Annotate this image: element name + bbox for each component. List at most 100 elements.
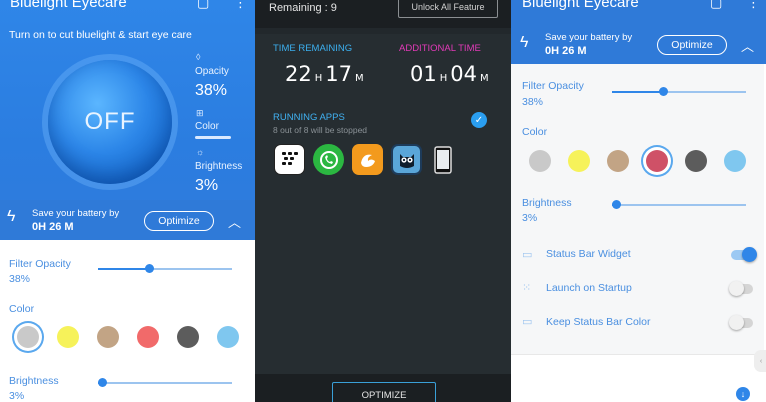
option-status-bar-widget: Status Bar Widget bbox=[546, 248, 631, 260]
filter-opacity-label: Filter Opacity bbox=[522, 80, 584, 92]
bottom-area bbox=[511, 354, 764, 402]
toggle-knob bbox=[742, 247, 757, 262]
chevron-up-icon[interactable]: ︿ bbox=[741, 36, 754, 55]
filter-opacity-slider[interactable] bbox=[612, 87, 746, 96]
toggle-knob bbox=[729, 315, 744, 330]
uc-browser-icon[interactable] bbox=[352, 144, 383, 175]
option-launch-on-startup: Launch on Startup bbox=[546, 282, 632, 294]
screenshot-collage: Bluelight Eyecare ▢ ⋮ Turn on to cut blu… bbox=[0, 0, 766, 402]
color-swatch[interactable] bbox=[177, 326, 199, 348]
unlock-all-feature-button[interactable]: Unlock All Feature bbox=[398, 0, 498, 18]
slider-knob[interactable] bbox=[98, 378, 108, 387]
hours-unit: H bbox=[439, 73, 448, 84]
eyecare-settings-screen: Bluelight Eyecare ▢ ⋮ ϟ Save your batter… bbox=[511, 0, 766, 402]
bbm-icon[interactable] bbox=[274, 144, 305, 175]
owl-glyph bbox=[399, 153, 414, 168]
slider-knob[interactable] bbox=[144, 264, 154, 273]
widget-icon: ▭ bbox=[522, 249, 533, 261]
launch-on-startup-toggle[interactable] bbox=[729, 281, 753, 296]
drop-icon: ◊ bbox=[196, 52, 201, 62]
brightness-value: 3% bbox=[195, 177, 219, 194]
optimize-screen: Remaining : 9 Unlock All Feature TIME RE… bbox=[255, 0, 511, 402]
brightness-section-value: 3% bbox=[522, 212, 538, 224]
settings-content bbox=[511, 64, 764, 354]
remaining-label: Remaining : 9 bbox=[269, 2, 337, 14]
side-edge-tab[interactable]: ‹ bbox=[754, 350, 766, 372]
keep-status-bar-color-toggle[interactable] bbox=[729, 315, 753, 330]
lightning-icon: ϟ bbox=[7, 208, 16, 225]
slider-fill bbox=[98, 268, 149, 270]
running-apps-subtitle: 8 out of 8 will be stopped bbox=[273, 125, 368, 135]
filter-opacity-label: Filter Opacity bbox=[9, 258, 71, 270]
whatsapp-icon[interactable] bbox=[313, 144, 344, 175]
optimize-button[interactable]: OPTIMIZE bbox=[332, 382, 436, 402]
slider-fill bbox=[612, 91, 663, 93]
brightness-section-label: Brightness bbox=[522, 197, 572, 209]
optimize-button[interactable]: Optimize bbox=[144, 211, 214, 231]
optimize-button[interactable]: Optimize bbox=[657, 35, 727, 55]
more-menu-icon[interactable]: ⋮ bbox=[234, 0, 247, 9]
brightness-section-label: Brightness bbox=[9, 375, 59, 387]
additional-time-label: ADDITIONAL TIME bbox=[399, 43, 481, 54]
more-menu-icon[interactable]: ⋮ bbox=[747, 0, 760, 9]
uc-glyph bbox=[360, 154, 375, 167]
filter-opacity-value: 38% bbox=[9, 273, 31, 285]
brightness-slider[interactable] bbox=[98, 378, 232, 387]
brightness-slider[interactable] bbox=[612, 200, 746, 209]
color-swatch[interactable] bbox=[646, 150, 668, 172]
power-label: OFF bbox=[84, 108, 136, 135]
color-section-label: Color bbox=[9, 303, 35, 315]
color-swatch[interactable] bbox=[17, 326, 39, 348]
status-bar-color-icon: ▭ bbox=[522, 316, 533, 328]
app-title: Bluelight Eyecare bbox=[10, 0, 127, 11]
minutes-value: 04 bbox=[450, 62, 477, 86]
opacity-value: 38% bbox=[195, 82, 228, 99]
bbm-glyph bbox=[281, 151, 298, 165]
opacity-label: Opacity bbox=[195, 66, 229, 77]
minutes-unit: M bbox=[480, 73, 489, 84]
grid-icon: ⊞ bbox=[196, 108, 204, 118]
check-icon[interactable]: ✓ bbox=[471, 112, 487, 128]
minutes-value: 17 bbox=[325, 62, 352, 86]
brightness-section-value: 3% bbox=[9, 390, 25, 402]
color-swatch[interactable] bbox=[568, 150, 590, 172]
battery-save-row: ϟ Save your battery by 0H 26 M Optimize … bbox=[0, 200, 255, 240]
slider-knob[interactable] bbox=[612, 200, 622, 209]
window-icon[interactable]: ▢ bbox=[710, 0, 722, 9]
startup-icon: ⁙ bbox=[522, 282, 532, 294]
owl-app-icon[interactable] bbox=[391, 144, 422, 175]
color-swatch[interactable] bbox=[685, 150, 707, 172]
battery-save-row: ϟ Save your battery by 0H 26 M Optimize … bbox=[511, 26, 766, 64]
save-time: 0H 26 M bbox=[545, 45, 587, 57]
power-toggle-button[interactable]: OFF bbox=[48, 60, 172, 184]
whatsapp-glyph bbox=[319, 150, 338, 169]
color-swatch[interactable] bbox=[97, 326, 119, 348]
slider-knob[interactable] bbox=[658, 87, 668, 96]
window-icon[interactable]: ▢ bbox=[197, 0, 209, 9]
status-bar-widget-toggle[interactable] bbox=[731, 247, 757, 262]
additional-time-value: 01 H 04 M bbox=[410, 62, 492, 86]
color-swatch[interactable] bbox=[137, 326, 159, 348]
color-swatch[interactable] bbox=[217, 326, 239, 348]
color-swatch[interactable] bbox=[57, 326, 79, 348]
color-swatch[interactable] bbox=[724, 150, 746, 172]
time-remaining-label: TIME REMAINING bbox=[273, 43, 353, 54]
chevron-up-icon[interactable]: ︿ bbox=[228, 212, 241, 231]
scroll-down-icon[interactable]: ↓ bbox=[736, 387, 750, 401]
save-battery-label: Save your battery by bbox=[32, 208, 120, 219]
color-swatch[interactable] bbox=[529, 150, 551, 172]
filter-opacity-slider[interactable] bbox=[98, 264, 232, 273]
save-battery-label: Save your battery by bbox=[545, 32, 633, 43]
lightning-icon: ϟ bbox=[520, 34, 529, 51]
save-time: 0H 26 M bbox=[32, 221, 74, 233]
sun-icon: ☼ bbox=[196, 147, 205, 157]
phone-icon[interactable] bbox=[431, 144, 455, 175]
filter-opacity-value: 38% bbox=[522, 96, 544, 108]
color-swatch[interactable] bbox=[607, 150, 629, 172]
color-label: Color bbox=[195, 121, 219, 132]
color-section-label: Color bbox=[522, 126, 548, 138]
color-indicator-bar bbox=[195, 136, 231, 139]
eyecare-home-screen: Bluelight Eyecare ▢ ⋮ Turn on to cut blu… bbox=[0, 0, 255, 402]
hours-value: 01 bbox=[410, 62, 437, 86]
hours-value: 22 bbox=[285, 62, 312, 86]
